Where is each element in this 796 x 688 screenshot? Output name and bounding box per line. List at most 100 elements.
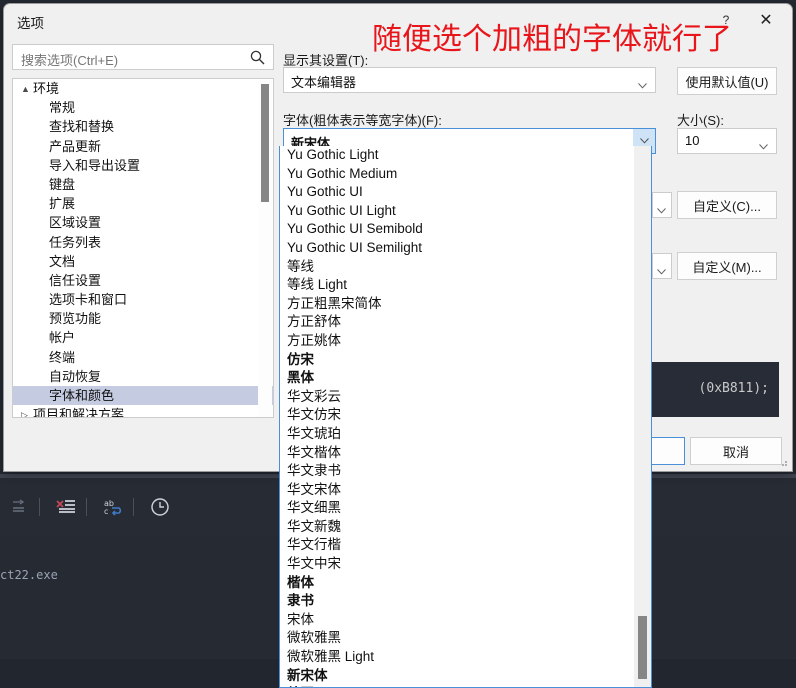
toolbar-separator	[86, 498, 87, 516]
tree-item-2[interactable]: 查找和替换	[13, 117, 273, 136]
tree-item-label: 查找和替换	[49, 119, 115, 135]
tree-item-10[interactable]: 信任设置	[13, 271, 273, 290]
tree-item-label: 终端	[49, 349, 76, 365]
font-list-item[interactable]: Yu Gothic UI	[280, 183, 651, 202]
font-list-item[interactable]: 宋体	[280, 611, 651, 630]
tree-expand-arrow-closed-icon[interactable]: ▷	[21, 406, 33, 417]
tree-item-4[interactable]: 导入和导出设置	[13, 156, 273, 175]
tree-scrollbar-thumb[interactable]	[261, 84, 269, 202]
size-label: 大小(S):	[677, 113, 724, 128]
custom-foreground-button[interactable]: 自定义(C)...	[677, 191, 777, 219]
font-dropdown-scrollbar[interactable]	[634, 146, 651, 687]
tree-item-14[interactable]: 终端	[13, 348, 273, 367]
font-dropdown-list[interactable]: Yu Gothic Light Yu Gothic Medium Yu Gothic…	[279, 146, 652, 688]
tree-item-label: 任务列表	[49, 234, 102, 250]
font-list-item[interactable]: 华文中宋	[280, 555, 651, 574]
font-dropdown-scrollbar-thumb[interactable]	[638, 616, 647, 679]
tree-item-label: 扩展	[49, 196, 76, 212]
tree-item-17[interactable]: ▷ 项目和解决方案	[13, 405, 273, 418]
font-list-item[interactable]: 黑体	[280, 369, 651, 388]
size-combo[interactable]: 10	[677, 128, 777, 154]
search-icon[interactable]	[249, 49, 266, 66]
font-list-item[interactable]: 华文彩云	[280, 388, 651, 407]
tree-item-15[interactable]: 自动恢复	[13, 367, 273, 386]
font-list-item[interactable]: 隶书	[280, 592, 651, 611]
tree-item-label: 常规	[49, 100, 76, 116]
font-list-item[interactable]: 方正粗黑宋简体	[280, 295, 651, 314]
tree-scrollbar[interactable]	[258, 80, 272, 417]
chevron-down-icon	[657, 263, 666, 278]
svg-text:c: c	[104, 507, 108, 516]
options-tree[interactable]: ▲ 环境常规查找和替换产品更新导入和导出设置 键盘扩展区域设置任务列表文档信任设置选…	[12, 78, 274, 418]
tree-item-label: 文档	[49, 253, 76, 269]
toolbar-separator	[39, 498, 40, 516]
font-list-item[interactable]: 微软雅黑 Light	[280, 648, 651, 667]
font-list-item[interactable]: 华文新魏	[280, 518, 651, 537]
font-list-item[interactable]: 华文细黑	[280, 499, 651, 518]
font-list-item[interactable]: 等线 Light	[280, 276, 651, 295]
tree-item-13[interactable]: 帐户	[13, 328, 273, 347]
cancel-button[interactable]: 取消	[690, 437, 782, 465]
font-list-item[interactable]: Yu Gothic UI Semilight	[280, 239, 651, 258]
font-list-item[interactable]: 方正舒体	[280, 313, 651, 332]
font-list-item[interactable]: 华文仿宋	[280, 406, 651, 425]
tree-item-label: 项目和解决方案	[33, 407, 125, 418]
tree-item-7[interactable]: 区域设置	[13, 213, 273, 232]
font-list-item[interactable]: 等线	[280, 258, 651, 277]
tree-item-9[interactable]: 文档	[13, 252, 273, 271]
tree-item-label: 信任设置	[49, 272, 102, 288]
font-list-item[interactable]: 华文宋体	[280, 481, 651, 500]
tree-item-label: 键盘	[49, 176, 76, 192]
clear-all-icon[interactable]	[53, 494, 79, 520]
font-list-item[interactable]: 新宋体	[280, 667, 651, 686]
tree-item-0[interactable]: ▲ 环境	[13, 79, 273, 98]
tree-expand-arrow-open-icon[interactable]: ▲	[21, 80, 33, 99]
font-list-item[interactable]: Yu Gothic Light	[280, 146, 651, 165]
tree-item-label: 选项卡和窗口	[49, 292, 128, 308]
tree-item-5[interactable]: 键盘	[13, 175, 273, 194]
close-icon[interactable]: ✕	[746, 6, 786, 34]
font-list-item[interactable]: Yu Gothic UI Semibold	[280, 220, 651, 239]
use-defaults-button[interactable]: 使用默认值(U)	[677, 67, 777, 95]
font-list-item[interactable]: 仿宋	[280, 351, 651, 370]
tree-item-label: 预览功能	[49, 311, 102, 327]
history-icon[interactable]	[147, 494, 173, 520]
custom-background-button[interactable]: 自定义(M)...	[677, 252, 777, 280]
font-list-item[interactable]: 华文行楷	[280, 536, 651, 555]
size-combo-value: 10	[685, 133, 700, 148]
toolbar-separator	[133, 498, 134, 516]
tree-item-label: 自动恢复	[49, 368, 102, 384]
font-list-item[interactable]: 方正姚体	[280, 332, 651, 351]
tree-item-label: 导入和导出设置	[49, 157, 141, 173]
font-list-item[interactable]: 华文隶书	[280, 462, 651, 481]
show-settings-value: 文本编辑器	[291, 75, 357, 90]
tree-item-label: 产品更新	[49, 138, 102, 154]
indent-icon[interactable]	[6, 494, 32, 520]
tree-item-8[interactable]: 任务列表	[13, 233, 273, 252]
ide-output-text: ct22.exe	[0, 568, 58, 582]
search-input[interactable]: 搜索选项(Ctrl+E)	[12, 44, 274, 70]
font-list-item[interactable]: Yu Gothic UI Light	[280, 202, 651, 221]
font-list-item[interactable]: 华文楷体	[280, 444, 651, 463]
display-items-background-combo[interactable]	[652, 253, 672, 279]
tree-item-12[interactable]: 预览功能	[13, 309, 273, 328]
tree-item-label: 字体和颜色	[49, 388, 115, 403]
font-list-item[interactable]: 楷体	[280, 574, 651, 593]
tree-item-3[interactable]: 产品更新	[13, 137, 273, 156]
chevron-down-icon	[638, 77, 647, 89]
tree-item-6[interactable]: 扩展	[13, 194, 273, 213]
display-items-foreground-combo[interactable]	[652, 192, 672, 218]
tree-item-11[interactable]: 选项卡和窗口	[13, 290, 273, 309]
font-list-item[interactable]: 微软雅黑	[280, 629, 651, 648]
tree-item-label: 帐户	[49, 330, 76, 346]
word-wrap-icon[interactable]: ab c	[100, 494, 126, 520]
tree-item-1[interactable]: 常规	[13, 98, 273, 117]
font-list-item[interactable]: Yu Gothic Medium	[280, 165, 651, 184]
tree-item-label: 区域设置	[49, 215, 102, 231]
tree-item-16[interactable]: 字体和颜色	[13, 386, 273, 406]
chevron-down-icon	[759, 138, 768, 150]
tree-item-label: 环境	[33, 81, 60, 96]
font-list-item[interactable]: 华文琥珀	[280, 425, 651, 444]
show-settings-combo[interactable]: 文本编辑器	[283, 67, 656, 93]
resize-grip[interactable]	[777, 456, 789, 468]
